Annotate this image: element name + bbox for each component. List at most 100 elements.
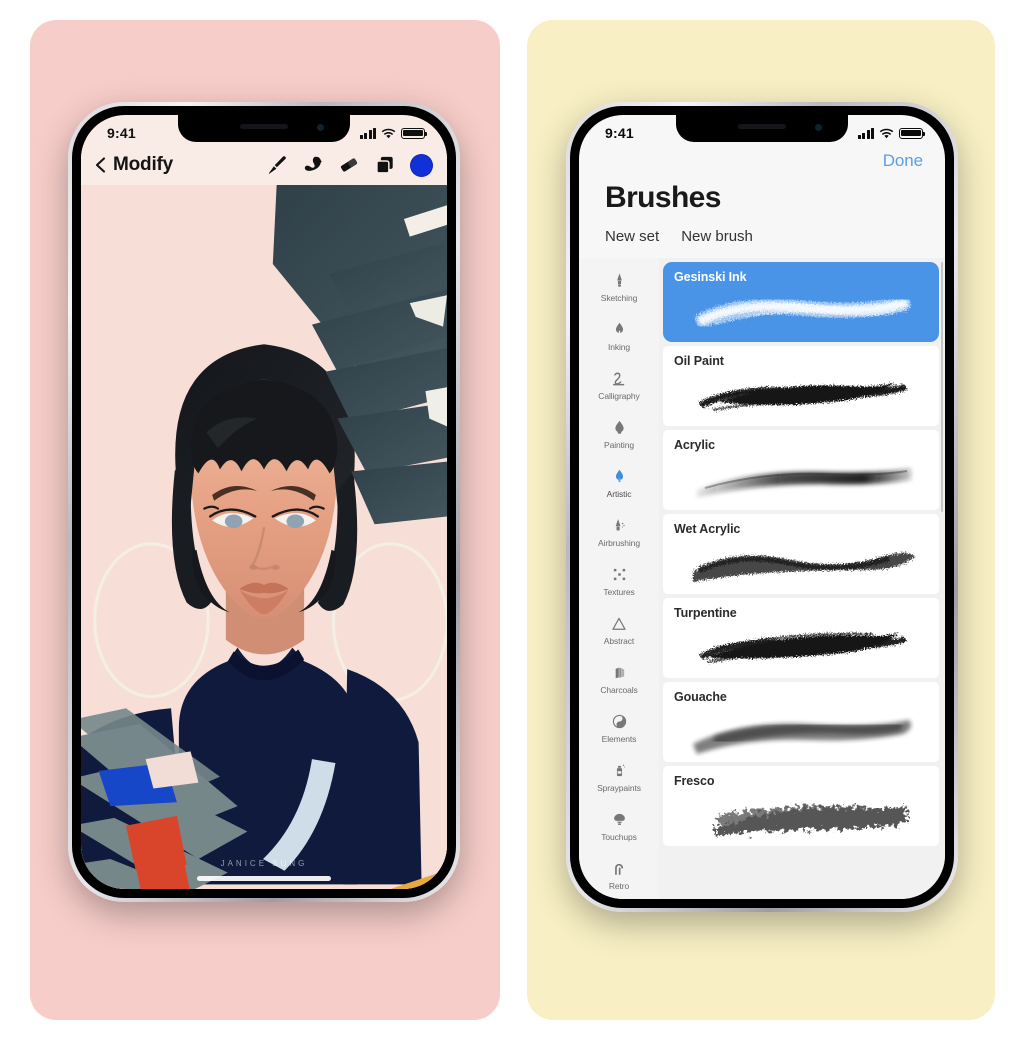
earpiece-speaker [738,124,786,129]
done-button[interactable]: Done [883,151,923,171]
ink-pen-icon [611,319,628,340]
category-artistic[interactable]: Artistic [579,458,659,507]
brush-row[interactable]: Turpentine [663,598,939,678]
brushes-panel: Sketching Inking Calligraphy Painting Artist… [579,258,945,899]
category-retro[interactable]: Retro [579,850,659,899]
earpiece-speaker [240,124,288,129]
category-label: Elements [601,734,637,744]
screenshot-stage: 9:41 Modify JANICE SUNG 9:41 Done Brushe… [0,0,1022,1044]
home-indicator[interactable] [197,876,331,881]
category-calligraphy[interactable]: Calligraphy [579,360,659,409]
artwork-canvas[interactable] [81,185,447,889]
category-label: Retro [608,881,630,891]
category-textures[interactable]: Textures [579,556,659,605]
brush-name: Acrylic [674,438,715,452]
smudge-tool-icon[interactable] [302,154,324,176]
battery-icon [401,127,428,139]
notch [178,115,350,142]
brush-stroke-preview [663,454,939,508]
category-label: Textures [603,587,635,597]
status-time: 9:41 [605,125,634,141]
triangle-icon [610,613,628,634]
category-charcoals[interactable]: Charcoals [579,654,659,703]
category-label: Charcoals [600,685,638,695]
category-label: Abstract [603,636,635,646]
status-time: 9:41 [107,125,136,141]
brush-row[interactable]: Gouache [663,682,939,762]
left-phone-screen: 9:41 Modify JANICE SUNG [81,115,447,889]
brush-stroke-preview [663,622,939,676]
airbrush-icon [611,515,628,536]
retro-icon [611,858,628,879]
front-camera [317,124,324,131]
done-row: Done [883,151,923,171]
brush-stroke-preview [663,790,939,844]
brush-stroke-preview [663,538,939,592]
category-label: Spraypaints [597,783,641,793]
category-sketching[interactable]: Sketching [579,262,659,311]
category-inking[interactable]: Inking [579,311,659,360]
right-phone-frame: 9:41 Done Brushes New set New brush Sket… [566,102,958,912]
category-label: Airbrushing [598,538,640,548]
wifi-icon [879,128,894,139]
scrollbar[interactable] [940,262,943,512]
right-phone-screen: 9:41 Done Brushes New set New brush Sket… [579,115,945,899]
wifi-icon [381,128,396,139]
brush-row[interactable]: Acrylic [663,430,939,510]
page-title: Brushes [605,181,721,214]
brush-stroke-preview [663,706,939,760]
category-label: Calligraphy [598,391,640,401]
right-phone-body: 9:41 Done Brushes New set New brush Sket… [570,106,954,908]
textures-icon [611,564,628,585]
left-phone-body: 9:41 Modify JANICE SUNG [72,106,456,898]
artist-watermark: JANICE SUNG [220,859,308,868]
brush-actions: New set New brush [605,228,753,245]
tool-group [266,153,433,177]
category-touchups[interactable]: Touchups [579,801,659,850]
signal-bars-icon [359,127,376,139]
color-swatch-button[interactable] [410,153,433,177]
category-painting[interactable]: Painting [579,409,659,458]
touchup-icon [611,809,628,830]
brush-row[interactable]: Gesinski Ink [663,262,939,342]
notch [676,115,848,142]
status-indicators [857,127,926,139]
left-phone-frame: 9:41 Modify JANICE SUNG [68,102,460,902]
brush-row[interactable]: Oil Paint [663,346,939,426]
charcoal-icon [611,662,628,683]
brush-row[interactable]: Fresco [663,766,939,846]
new-brush-button[interactable]: New brush [681,228,753,245]
brush-name: Gouache [674,690,727,704]
category-airbrushing[interactable]: Airbrushing [579,507,659,556]
eraser-tool-icon[interactable] [338,154,360,176]
category-spraypaints[interactable]: Spraypaints [579,752,659,801]
page-title: Modify [113,154,174,175]
status-indicators [359,127,428,139]
brush-row[interactable]: Wet Acrylic [663,514,939,594]
artistic-icon [611,466,628,487]
brush-tool-icon[interactable] [266,154,288,176]
brush-stroke-preview [663,286,939,340]
category-abstract[interactable]: Abstract [579,605,659,654]
layers-tool-icon[interactable] [374,154,396,176]
new-set-button[interactable]: New set [605,228,659,245]
pencil-icon [611,270,628,291]
calligraphy-icon [610,368,628,389]
battery-icon [899,127,926,139]
category-elements[interactable]: Elements [579,703,659,752]
category-label: Inking [607,342,631,352]
category-label: Artistic [606,489,632,499]
brush-stroke-preview [663,370,939,424]
spray-can-icon [611,760,628,781]
paint-drop-icon [611,417,628,438]
brush-list[interactable]: Gesinski Ink Oil Paint Acrylic Wet Acryl… [659,258,945,899]
signal-bars-icon [857,127,874,139]
category-label: Touchups [601,832,637,842]
category-label: Sketching [600,293,638,303]
chevron-left-icon[interactable] [91,155,111,175]
brush-name: Wet Acrylic [674,522,741,536]
brush-category-sidebar[interactable]: Sketching Inking Calligraphy Painting Artist… [579,258,659,899]
yin-yang-icon [611,711,628,732]
brush-name: Oil Paint [674,354,724,368]
brush-name: Turpentine [674,606,737,620]
